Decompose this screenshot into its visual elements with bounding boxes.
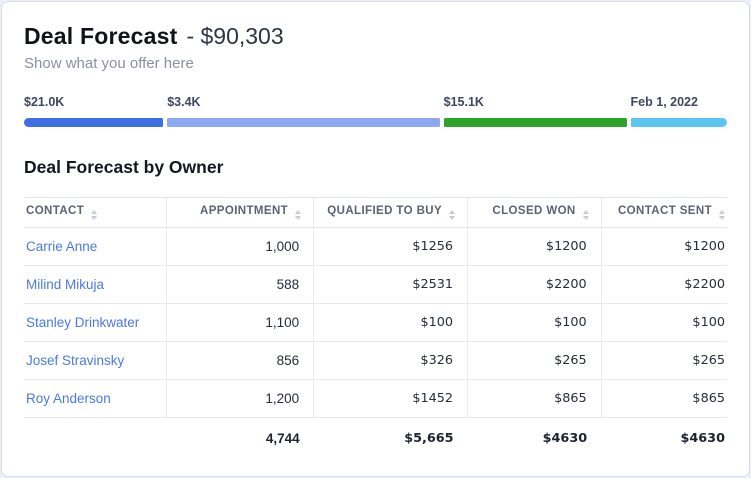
- table-body: Carrie Anne1,000$1256$1200$1200Milind Mi…: [24, 228, 727, 418]
- totals-row: 4,744$5,665$4630$4630: [24, 418, 727, 447]
- section-title: Deal Forecast by Owner: [24, 157, 727, 178]
- progress-label: Feb 1, 2022: [631, 95, 727, 109]
- deal-forecast-card: Deal Forecast - $90,303 Show what you of…: [1, 1, 750, 477]
- contact-link[interactable]: Stanley Drinkwater: [24, 304, 166, 342]
- table-cell: $1452: [314, 380, 468, 418]
- column-header-label: CLOSED WON: [492, 205, 575, 217]
- table-cell: 856: [166, 342, 314, 380]
- column-header-appointment[interactable]: APPOINTMENT: [166, 198, 314, 228]
- column-header-label: CONTACT: [26, 205, 84, 217]
- table-cell: $100: [468, 304, 602, 342]
- total-cell: $5,665: [314, 418, 468, 447]
- table-cell: 1,200: [166, 380, 314, 418]
- progress-segment: [631, 118, 727, 127]
- total-cell: 4,744: [166, 418, 314, 447]
- table-header-row: CONTACT APPOINTMENT QUALIFIED TO BUY CLOSED…: [24, 198, 727, 228]
- sort-icon: [449, 210, 455, 220]
- column-header-contact[interactable]: CONTACT: [24, 198, 166, 228]
- table-row: Milind Mikuja588$2531$2200$2200: [24, 266, 727, 304]
- progress-bar: [24, 118, 727, 127]
- progress-segment: [167, 118, 439, 127]
- column-header-label: APPOINTMENT: [200, 205, 288, 217]
- sort-icon: [719, 210, 725, 220]
- table-cell: $1200: [468, 228, 602, 266]
- table-cell: 588: [166, 266, 314, 304]
- sort-icon: [583, 210, 589, 220]
- table-foot: 4,744$5,665$4630$4630: [24, 418, 727, 447]
- total-cell: $4630: [601, 418, 727, 447]
- column-header-label: CONTACT SENT: [618, 205, 712, 217]
- table-cell: 1,000: [166, 228, 314, 266]
- table-cell: $265: [468, 342, 602, 380]
- page-title: Deal Forecast: [24, 23, 177, 50]
- forecast-total-amount: - $90,303: [186, 23, 283, 50]
- table-cell: $865: [468, 380, 602, 418]
- table-cell: $100: [601, 304, 727, 342]
- progress-label: $3.4K: [167, 95, 439, 109]
- table-cell: $100: [314, 304, 468, 342]
- page-subtitle: Show what you offer here: [24, 55, 727, 72]
- progress-segment: [24, 118, 163, 127]
- table-cell: $865: [601, 380, 727, 418]
- table-cell: $1256: [314, 228, 468, 266]
- progress-label: $21.0K: [24, 95, 163, 109]
- total-cell: $4630: [468, 418, 602, 447]
- table-cell: $326: [314, 342, 468, 380]
- contact-link[interactable]: Carrie Anne: [24, 228, 166, 266]
- deal-forecast-table: CONTACT APPOINTMENT QUALIFIED TO BUY CLOSED…: [24, 197, 727, 446]
- table-row: Stanley Drinkwater1,100$100$100$100: [24, 304, 727, 342]
- table-cell: $265: [601, 342, 727, 380]
- contact-link[interactable]: Roy Anderson: [24, 380, 166, 418]
- total-cell: [24, 418, 166, 447]
- card-header: Deal Forecast - $90,303: [24, 23, 727, 50]
- table-cell: 1,100: [166, 304, 314, 342]
- contact-link[interactable]: Josef Stravinsky: [24, 342, 166, 380]
- table-cell: $2531: [314, 266, 468, 304]
- table-cell: $2200: [601, 266, 727, 304]
- sort-icon: [91, 210, 97, 220]
- column-header-label: QUALIFIED TO BUY: [327, 205, 442, 217]
- progress-labels: $21.0K $3.4K $15.1K Feb 1, 2022: [24, 95, 727, 109]
- table-cell: $1200: [601, 228, 727, 266]
- table-row: Josef Stravinsky856$326$265$265: [24, 342, 727, 380]
- column-header-contact-sent[interactable]: CONTACT SENT: [601, 198, 727, 228]
- sort-icon: [295, 210, 301, 220]
- column-header-closed-won[interactable]: CLOSED WON: [468, 198, 602, 228]
- table-head: CONTACT APPOINTMENT QUALIFIED TO BUY CLOSED…: [24, 198, 727, 228]
- table-row: Roy Anderson1,200$1452$865$865: [24, 380, 727, 418]
- table-row: Carrie Anne1,000$1256$1200$1200: [24, 228, 727, 266]
- progress-label: $15.1K: [444, 95, 627, 109]
- table-cell: $2200: [468, 266, 602, 304]
- progress-segment: [444, 118, 627, 127]
- column-header-qualified-to-buy[interactable]: QUALIFIED TO BUY: [314, 198, 468, 228]
- contact-link[interactable]: Milind Mikuja: [24, 266, 166, 304]
